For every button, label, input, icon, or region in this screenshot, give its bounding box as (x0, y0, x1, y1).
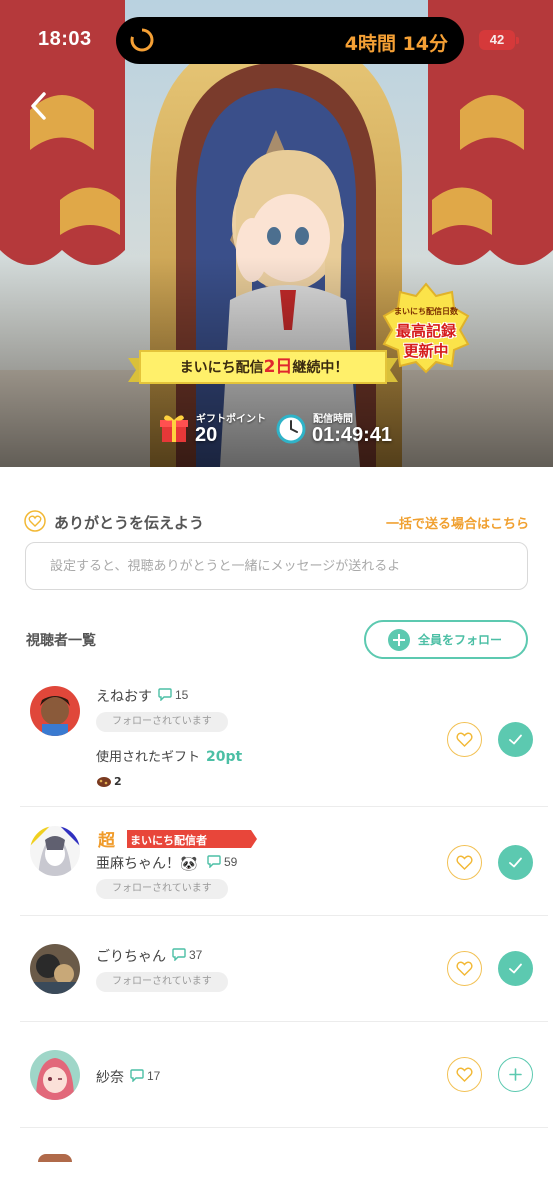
following-button[interactable] (498, 722, 533, 757)
bulk-send-link[interactable]: 一括で送る場合はこちら (386, 513, 529, 532)
comment-count: 17 (147, 1069, 161, 1083)
comment-count: 15 (175, 688, 189, 702)
gift-item-count: 2 (114, 775, 122, 788)
send-thanks-button[interactable] (447, 1057, 482, 1092)
comment-bubble-icon (130, 1069, 144, 1082)
streak-prefix: まいにち配信 (179, 360, 264, 376)
comment-bubble-icon (158, 688, 172, 701)
viewer-name: 紗奈 (96, 1070, 124, 1086)
divider (20, 1127, 548, 1128)
comment-count: 59 (224, 855, 238, 869)
streak-suffix: 継続中！ (292, 360, 349, 376)
streak-days: 2日 (263, 357, 293, 377)
thanks-header: ありがとうを伝えよう 一括で送る場合はこちら (24, 510, 529, 534)
heart-icon (456, 961, 473, 976)
comment-count: 37 (189, 948, 203, 962)
gift-used-line: 使用されたギフト 20pt (96, 746, 242, 765)
battery-indicator: 42 (479, 30, 519, 50)
divider (20, 1021, 548, 1022)
thanks-title: ありがとうを伝えよう (54, 514, 205, 532)
clock-icon (276, 414, 306, 444)
follow-button[interactable] (498, 1057, 533, 1092)
streak-message: まいにち配信2日継続中！ (140, 352, 388, 382)
stream-time-label: 配信時間 (313, 414, 353, 425)
thanks-message-field[interactable] (25, 542, 528, 590)
check-icon (509, 857, 522, 868)
status-bar-time: 18:03 (38, 28, 92, 50)
back-chevron-icon[interactable] (24, 88, 56, 124)
avatar (38, 1154, 72, 1162)
follow-all-label: 全員をフォロー (418, 633, 503, 647)
comment-bubble-icon (172, 948, 186, 961)
gift-points-value: 20 (195, 424, 218, 446)
dynamic-island: 4時間 14分 (116, 17, 464, 64)
send-thanks-button[interactable] (447, 951, 482, 986)
stream-summary-hero: 18:03 4時間 14分 42 まいにち配信2日継続中！ まいにち配信日数 最… (0, 0, 553, 467)
following-button[interactable] (498, 951, 533, 986)
follows-you-tag: フォローされています (96, 972, 228, 992)
following-button[interactable] (498, 845, 533, 880)
viewer-name: えねおす (96, 689, 152, 705)
plus-icon (509, 1068, 522, 1081)
follow-all-button[interactable]: 全員をフォロー (364, 620, 528, 659)
send-thanks-button[interactable] (447, 845, 482, 880)
super-badge-label: まいにち配信者 (130, 834, 207, 847)
check-icon (509, 734, 522, 745)
live-activity-duration: 4時間 14分 (344, 33, 448, 55)
viewers-title: 視聴者一覧 (26, 633, 96, 649)
follows-you-tag: フォローされています (96, 712, 228, 732)
badge-caption: まいにち配信日数 (394, 307, 458, 316)
follows-you-tag: フォローされています (96, 879, 228, 899)
check-icon (509, 963, 522, 974)
gift-item-icon (97, 777, 111, 787)
gift-points-label: ギフトポイント (196, 414, 266, 425)
comment-bubble-icon (207, 855, 221, 868)
viewer-name: 亜麻ちゃん！🐼 (96, 856, 198, 872)
divider (20, 915, 548, 916)
gift-box-icon (160, 415, 188, 442)
avatar[interactable] (30, 826, 80, 876)
divider (20, 806, 548, 807)
avatar[interactable] (30, 944, 80, 994)
thanks-message-input[interactable] (26, 543, 527, 589)
super-badge-char: 超 (98, 831, 115, 851)
badge-line2: 更新中 (403, 342, 449, 360)
avatar-stage-illustration (0, 0, 553, 467)
gift-used-label: 使用されたギフト (96, 750, 201, 765)
avatar[interactable] (30, 686, 80, 736)
viewer-name: ごりちゃん (96, 949, 166, 965)
stream-time-value: 01:49:41 (312, 424, 393, 446)
heart-circle-icon (24, 510, 46, 532)
timer-ring-icon (130, 28, 154, 52)
badge-line1: 最高記録 (395, 322, 456, 340)
heart-icon (456, 732, 473, 747)
heart-icon (456, 855, 473, 870)
avatar[interactable] (30, 1050, 80, 1100)
gift-used-points: 20pt (206, 749, 243, 765)
plus-circle-icon (388, 629, 410, 651)
send-thanks-button[interactable] (447, 722, 482, 757)
heart-icon (456, 1067, 473, 1082)
